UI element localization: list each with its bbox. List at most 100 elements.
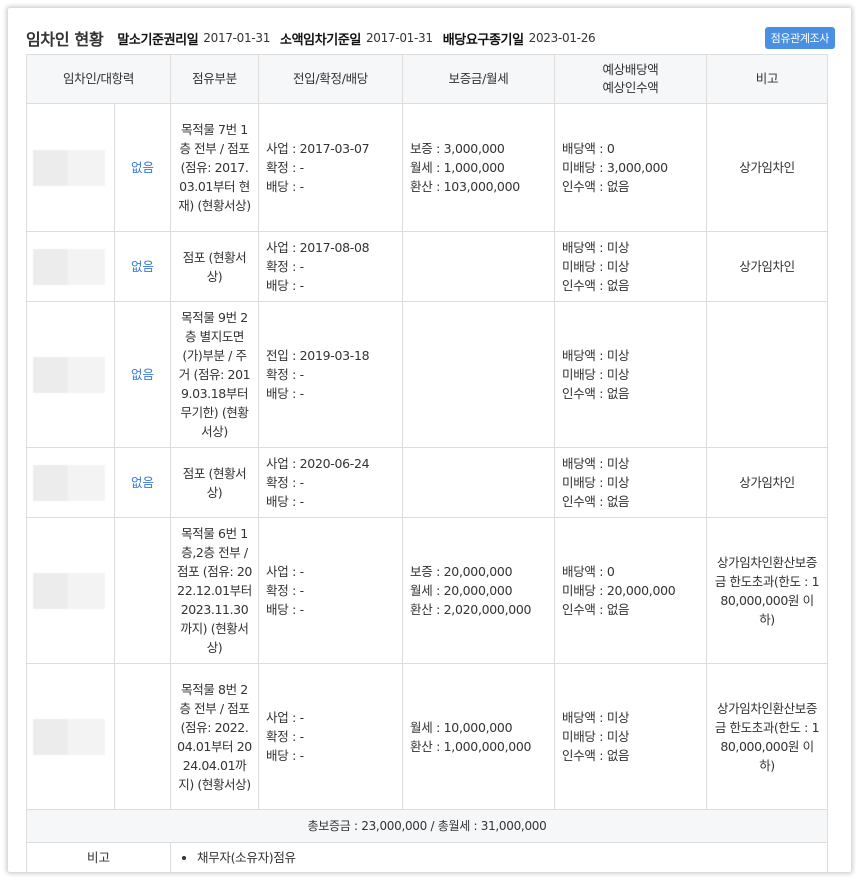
- date-line-1: 사업 : 2017-03-07: [266, 141, 370, 156]
- soaek-label: 소액임차기준일: [280, 32, 361, 48]
- table-row: 없음 점포 (현황서상) 사업 : 2017-08-08 확정 : - 배당 : - 배당…: [26, 231, 828, 302]
- date-line-2: 확정 : -: [266, 583, 304, 598]
- opposing-power[interactable]: 없음: [114, 301, 171, 448]
- date-line-2: 확정 : -: [266, 475, 304, 490]
- expected-line-2: 미배당 : 3,000,000: [562, 160, 668, 175]
- tenant-status-panel: 임차인 현황 말소기준권리일 2017-01-31 소액임차기준일 2017-0…: [8, 8, 851, 872]
- expected-line-1: 배당액 : 0: [562, 141, 615, 156]
- expected-line-3: 인수액 : 없음: [562, 602, 630, 617]
- panel-header: 임차인 현황 말소기준권리일 2017-01-31 소액임차기준일 2017-0…: [26, 24, 835, 52]
- deposit-cell: [402, 231, 555, 302]
- opposing-power[interactable]: [114, 517, 171, 664]
- col-dates: 전입/확정/배당: [258, 54, 403, 104]
- opposing-power[interactable]: 없음: [114, 447, 171, 518]
- expected-line-2: 미배당 : 20,000,000: [562, 583, 676, 598]
- table-row: 없음 목적물 9번 2층 별지도면(가)부분 / 주거 (점유: 2019.03.…: [26, 301, 828, 448]
- money-line-3: 환산 : 2,020,000,000: [410, 602, 532, 617]
- note-cell: 상가임차인: [706, 447, 828, 518]
- redacted-name-block: [33, 572, 105, 609]
- expected-line-3: 인수액 : 없음: [562, 179, 630, 194]
- date-line-2: 확정 : -: [266, 259, 304, 274]
- occupancy-cell: 목적물 6번 1층,2층 전부 / 점포 (점유: 2022.12.01부터20…: [170, 517, 259, 664]
- date-line-3: 배당 : -: [266, 748, 304, 763]
- expected-cell: 배당액 : 미상 미배당 : 미상 인수액 : 없음: [554, 447, 707, 518]
- redacted-name-block: [33, 718, 105, 755]
- expected-line-1: 배당액 : 미상: [562, 456, 630, 471]
- opposing-power[interactable]: 없음: [114, 103, 171, 232]
- date-line-3: 배당 : -: [266, 278, 304, 293]
- expected-line-1: 배당액 : 미상: [562, 710, 630, 725]
- occupancy-cell: 목적물 8번 2층 전부 / 점포 (점유: 2022.04.01부터 2024…: [170, 663, 259, 810]
- col-note: 비고: [706, 54, 828, 104]
- expected-line-3: 인수액 : 없음: [562, 278, 630, 293]
- note-cell: [706, 301, 828, 448]
- note-cell: 상가임차인: [706, 103, 828, 232]
- date-line-3: 배당 : -: [266, 179, 304, 194]
- date-line-3: 배당 : -: [266, 386, 304, 401]
- dates-cell: 사업 : 2017-08-08 확정 : - 배당 : -: [258, 231, 403, 302]
- table-header-row: 임차인/대항력 점유부분 전입/확정/배당 보증금/월세 예상배당액 예상인수액…: [26, 54, 828, 104]
- col-expected: 예상배당액 예상인수액: [554, 54, 707, 104]
- redacted-name-block: [33, 356, 105, 393]
- money-line-1: 보증 : 20,000,000: [410, 564, 513, 579]
- dates-cell: 사업 : - 확정 : - 배당 : -: [258, 663, 403, 810]
- occupancy-survey-button[interactable]: 점유관계조사: [764, 27, 835, 49]
- opposing-power[interactable]: 없음: [114, 231, 171, 302]
- tenant-name-redacted: [26, 447, 115, 518]
- col-expected-line2: 예상인수액: [602, 80, 659, 95]
- col-expected-line1: 예상배당액: [602, 62, 659, 77]
- date-line-2: 확정 : -: [266, 367, 304, 382]
- col-tenant: 임차인/대항력: [26, 54, 171, 104]
- money-line-2: 월세 : 1,000,000: [410, 160, 505, 175]
- tenant-table: 임차인/대항력 점유부분 전입/확정/배당 보증금/월세 예상배당액 예상인수액…: [26, 54, 828, 872]
- tenant-name-redacted: [26, 301, 115, 448]
- deposit-cell: [402, 301, 555, 448]
- col-occupancy: 점유부분: [170, 54, 259, 104]
- date-line-3: 배당 : -: [266, 494, 304, 509]
- money-line-1: 월세 : 10,000,000: [410, 719, 513, 735]
- expected-line-1: 배당액 : 미상: [562, 240, 630, 255]
- note-cell: 상가임차인환산보증금 한도초과(한도 : 180,000,000원 이하): [706, 663, 828, 810]
- expected-cell: 배당액 : 0 미배당 : 3,000,000 인수액 : 없음: [554, 103, 707, 232]
- expected-line-1: 배당액 : 미상: [562, 348, 630, 363]
- malso-label: 말소기준권리일: [117, 32, 199, 48]
- expected-line-2: 미배당 : 미상: [562, 729, 630, 744]
- table-row: 목적물 6번 1층,2층 전부 / 점포 (점유: 2022.12.01부터20…: [26, 517, 828, 664]
- date-line-1: 사업 : -: [266, 710, 304, 725]
- expected-line-2: 미배당 : 미상: [562, 367, 630, 382]
- dates-cell: 사업 : 2017-03-07 확정 : - 배당 : -: [258, 103, 403, 232]
- occupancy-cell: 목적물 7번 1층 전부 / 점포 (점유: 2017.03.01부터 현재) …: [170, 103, 259, 232]
- deposit-cell: 보증 : 20,000,000 월세 : 20,000,000 환산 : 2,020…: [402, 517, 555, 664]
- remark-body: 채무자(소유자)점유: [170, 842, 828, 872]
- dates-cell: 사업 : 2020-06-24 확정 : - 배당 : -: [258, 447, 403, 518]
- opposing-power[interactable]: [114, 663, 171, 810]
- expected-line-2: 미배당 : 미상: [562, 259, 630, 274]
- table-row: 목적물 8번 2층 전부 / 점포 (점유: 2022.04.01부터 2024…: [26, 663, 828, 810]
- money-line-2: 월세 : 20,000,000: [410, 583, 513, 598]
- baedang-date: 2023-01-26: [528, 31, 596, 45]
- malso-date: 2017-01-31: [203, 31, 271, 45]
- tenant-name-redacted: [26, 517, 115, 664]
- remark-item: 채무자(소유자)점유: [197, 848, 827, 867]
- redacted-name-block: [33, 248, 105, 285]
- date-line-2: 확정 : -: [266, 729, 304, 744]
- remark-row: 비고 채무자(소유자)점유: [26, 842, 828, 872]
- money-line-3: 환산 : 103,000,000: [410, 179, 520, 194]
- expected-cell: 배당액 : 미상미배당 : 미상인수액 : 없음: [554, 231, 707, 302]
- table-row: 없음 점포 (현황서상) 사업 : 2020-06-24 확정 : - 배당 : - 배당…: [26, 447, 828, 518]
- expected-line-2: 미배당 : 미상: [562, 475, 630, 490]
- expected-line-3: 인수액 : 없음: [562, 748, 630, 763]
- money-line-2: 환산 : 1,000,000,000: [410, 738, 532, 754]
- totals-row: 총보증금 : 23,000,000 / 총월세 : 31,000,000: [26, 809, 828, 843]
- expected-line-1: 배당액 : 0: [562, 564, 615, 579]
- expected-cell: 배당액 : 미상미배당 : 미상인수액 : 없음: [554, 663, 707, 810]
- redacted-name-block: [33, 464, 105, 501]
- occupancy-cell: 점포 (현황서상): [170, 231, 259, 302]
- panel-title: 임차인 현황: [26, 30, 104, 49]
- note-cell: 상가임차인: [706, 231, 828, 302]
- col-money: 보증금/월세: [402, 54, 555, 104]
- deposit-cell: 월세 : 10,000,000 환산 : 1,000,000,000: [402, 663, 555, 810]
- tenant-name-redacted: [26, 103, 115, 232]
- baedang-label: 배당요구종기일: [442, 32, 524, 48]
- tenant-name-redacted: [26, 231, 115, 302]
